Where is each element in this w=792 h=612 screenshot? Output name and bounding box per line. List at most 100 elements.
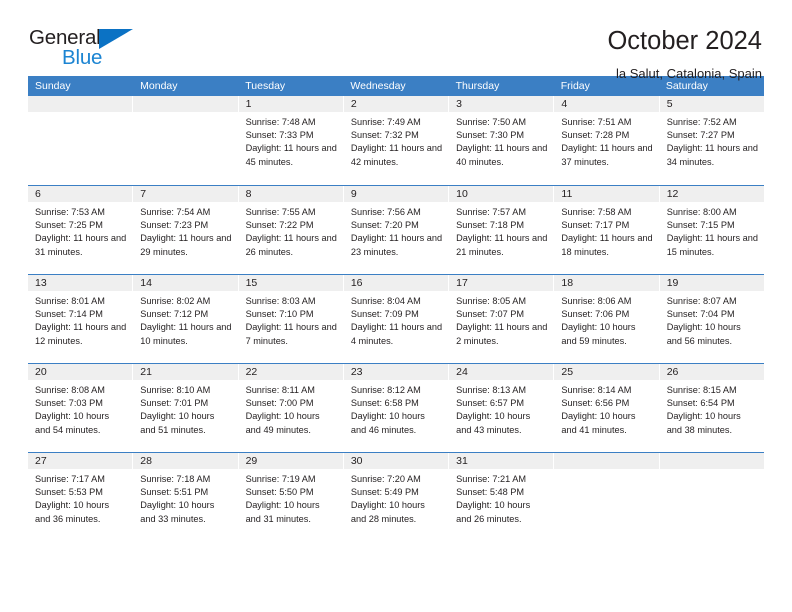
calendar-day-cell[interactable]: 20 Sunrise: 8:08 AM Sunset: 7:03 PM Dayligh… xyxy=(28,364,134,452)
calendar-week-row: 6 Sunrise: 7:53 AM Sunset: 7:25 PM Daylight… xyxy=(28,185,764,274)
sunrise-text: Sunrise: 7:51 AM xyxy=(561,117,632,127)
calendar-day-cell[interactable]: 28 Sunrise: 7:18 AM Sunset: 5:51 PM Dayligh… xyxy=(133,453,239,541)
calendar-day-details: Sunrise: 7:18 AM Sunset: 5:51 PM Daylight:… xyxy=(133,469,237,526)
calendar-week-row: 27 Sunrise: 7:17 AM Sunset: 5:53 PM Dayligh… xyxy=(28,452,764,541)
calendar-day-cell[interactable]: 5 Sunrise: 7:52 AM Sunset: 7:27 PM Daylight… xyxy=(659,96,764,185)
calendar-day-cell[interactable]: 29 Sunrise: 7:19 AM Sunset: 5:50 PM Dayligh… xyxy=(238,453,344,541)
calendar-day-number: 2 xyxy=(343,96,449,112)
calendar-week-row: 13 Sunrise: 8:01 AM Sunset: 7:14 PM Dayligh… xyxy=(28,274,764,363)
weekday-header-monday: Monday xyxy=(140,80,178,92)
calendar-day-details: Sunrise: 7:52 AM Sunset: 7:27 PM Daylight:… xyxy=(660,112,764,169)
sunset-text: Sunset: 6:57 PM xyxy=(456,398,525,409)
calendar-day-details: Sunrise: 7:54 AM Sunset: 7:23 PM Daylight:… xyxy=(133,202,237,259)
calendar-day-details: Sunrise: 7:51 AM Sunset: 7:28 PM Daylight:… xyxy=(554,112,658,169)
daylight-text: Daylight: 10 hours and 51 minutes. xyxy=(140,411,215,435)
calendar-day-number: 24 xyxy=(449,364,554,380)
calendar-day-details: Sunrise: 8:01 AM Sunset: 7:14 PM Daylight:… xyxy=(28,291,132,348)
sunset-text: Sunset: 7:10 PM xyxy=(245,309,314,320)
calendar-day-cell[interactable]: 8 Sunrise: 7:55 AM Sunset: 7:22 PM Daylight… xyxy=(238,186,344,274)
sunset-text: Sunset: 5:49 PM xyxy=(350,487,419,498)
daylight-text: Daylight: 11 hours and 2 minutes. xyxy=(456,322,548,346)
calendar-day-number xyxy=(554,453,659,469)
calendar-day-cell[interactable]: 31 Sunrise: 7:21 AM Sunset: 5:48 PM Dayligh… xyxy=(449,453,555,541)
calendar-day-cell-empty xyxy=(28,96,134,185)
calendar-day-cell[interactable]: 15 Sunrise: 8:03 AM Sunset: 7:10 PM Dayligh… xyxy=(238,275,344,363)
calendar-day-cell-empty xyxy=(554,453,660,541)
sunrise-text: Sunrise: 7:49 AM xyxy=(350,117,421,127)
calendar-day-cell[interactable]: 10 Sunrise: 7:57 AM Sunset: 7:18 PM Dayligh… xyxy=(449,186,555,274)
sunset-text: Sunset: 7:12 PM xyxy=(140,309,209,320)
calendar-day-details: Sunrise: 8:10 AM Sunset: 7:01 PM Daylight:… xyxy=(133,380,237,437)
calendar-day-number: 23 xyxy=(343,364,449,380)
daylight-text: Daylight: 11 hours and 34 minutes. xyxy=(666,143,758,167)
daylight-text: Daylight: 10 hours and 26 minutes. xyxy=(456,500,531,524)
calendar-day-number: 25 xyxy=(554,364,659,380)
calendar-day-details: Sunrise: 7:56 AM Sunset: 7:20 PM Daylight:… xyxy=(344,202,448,259)
daylight-text: Daylight: 11 hours and 26 minutes. xyxy=(245,233,337,257)
daylight-text: Daylight: 11 hours and 37 minutes. xyxy=(561,143,653,167)
title-block: October 2024 la Salut, Catalonia, Spain xyxy=(607,26,764,82)
page-title: October 2024 xyxy=(607,27,762,55)
calendar-day-cell[interactable]: 2 Sunrise: 7:49 AM Sunset: 7:32 PM Daylight… xyxy=(343,96,450,185)
weekday-header-wednesday: Wednesday xyxy=(350,80,406,92)
daylight-text: Daylight: 10 hours and 38 minutes. xyxy=(666,411,741,435)
sunrise-text: Sunrise: 7:50 AM xyxy=(456,117,527,127)
calendar-day-cell[interactable]: 14 Sunrise: 8:02 AM Sunset: 7:12 PM Dayligh… xyxy=(133,275,239,363)
calendar-day-cell-empty xyxy=(133,96,239,185)
sunrise-text: Sunrise: 7:56 AM xyxy=(350,207,421,217)
sunrise-text: Sunrise: 8:03 AM xyxy=(245,296,316,306)
sunrise-text: Sunrise: 7:55 AM xyxy=(245,207,316,217)
calendar-day-cell[interactable]: 22 Sunrise: 8:11 AM Sunset: 7:00 PM Dayligh… xyxy=(238,364,344,452)
calendar-day-cell[interactable]: 12 Sunrise: 8:00 AM Sunset: 7:15 PM Dayligh… xyxy=(659,186,764,274)
daylight-text: Daylight: 11 hours and 15 minutes. xyxy=(666,233,758,257)
calendar-day-number: 6 xyxy=(28,186,133,202)
calendar-day-details: Sunrise: 7:57 AM Sunset: 7:18 PM Daylight:… xyxy=(449,202,553,259)
calendar-day-cell[interactable]: 13 Sunrise: 8:01 AM Sunset: 7:14 PM Dayligh… xyxy=(28,275,134,363)
calendar-day-details: Sunrise: 8:12 AM Sunset: 6:58 PM Daylight:… xyxy=(344,380,448,437)
calendar-week-row: 1 Sunrise: 7:48 AM Sunset: 7:33 PM Daylight… xyxy=(28,96,764,185)
sunrise-text: Sunrise: 8:14 AM xyxy=(561,385,632,395)
calendar-day-cell[interactable]: 9 Sunrise: 7:56 AM Sunset: 7:20 PM Daylight… xyxy=(343,186,450,274)
calendar-day-cell[interactable]: 23 Sunrise: 8:12 AM Sunset: 6:58 PM Dayligh… xyxy=(343,364,450,452)
calendar-day-details: Sunrise: 8:00 AM Sunset: 7:15 PM Daylight:… xyxy=(660,202,764,259)
calendar-day-cell[interactable]: 3 Sunrise: 7:50 AM Sunset: 7:30 PM Daylight… xyxy=(449,96,555,185)
sunrise-text: Sunrise: 8:11 AM xyxy=(245,385,315,395)
calendar-day-cell[interactable]: 1 Sunrise: 7:48 AM Sunset: 7:33 PM Daylight… xyxy=(238,96,344,185)
calendar-day-number: 14 xyxy=(133,275,238,291)
sunrise-text: Sunrise: 8:04 AM xyxy=(350,296,421,306)
sunrise-text: Sunrise: 8:00 AM xyxy=(666,207,737,217)
sunset-text: Sunset: 5:51 PM xyxy=(140,487,209,498)
calendar-day-details: Sunrise: 7:55 AM Sunset: 7:22 PM Daylight:… xyxy=(239,202,343,259)
daylight-text: Daylight: 11 hours and 4 minutes. xyxy=(350,322,443,346)
calendar-day-cell[interactable]: 26 Sunrise: 8:15 AM Sunset: 6:54 PM Dayligh… xyxy=(659,364,764,452)
calendar-day-cell[interactable]: 16 Sunrise: 8:04 AM Sunset: 7:09 PM Dayligh… xyxy=(343,275,450,363)
sunrise-text: Sunrise: 8:01 AM xyxy=(35,296,105,306)
calendar-day-details: Sunrise: 7:50 AM Sunset: 7:30 PM Daylight:… xyxy=(449,112,553,169)
calendar-day-cell[interactable]: 19 Sunrise: 8:07 AM Sunset: 7:04 PM Dayligh… xyxy=(659,275,764,363)
calendar-day-details: Sunrise: 8:08 AM Sunset: 7:03 PM Daylight:… xyxy=(28,380,132,437)
calendar-day-cell[interactable]: 4 Sunrise: 7:51 AM Sunset: 7:28 PM Daylight… xyxy=(554,96,660,185)
daylight-text: Daylight: 11 hours and 29 minutes. xyxy=(140,233,232,257)
calendar-day-cell[interactable]: 21 Sunrise: 8:10 AM Sunset: 7:01 PM Dayligh… xyxy=(133,364,239,452)
calendar-day-details: Sunrise: 8:14 AM Sunset: 6:56 PM Daylight:… xyxy=(554,380,658,437)
sunrise-text: Sunrise: 7:52 AM xyxy=(666,117,737,127)
calendar-day-cell[interactable]: 24 Sunrise: 8:13 AM Sunset: 6:57 PM Dayligh… xyxy=(449,364,555,452)
calendar-day-details: Sunrise: 7:58 AM Sunset: 7:17 PM Daylight:… xyxy=(554,202,658,259)
generalblue-logo[interactable]: General Blue xyxy=(28,26,146,72)
calendar-day-cell[interactable]: 27 Sunrise: 7:17 AM Sunset: 5:53 PM Dayligh… xyxy=(28,453,134,541)
calendar-weeks: 1 Sunrise: 7:48 AM Sunset: 7:33 PM Daylight… xyxy=(28,96,764,541)
calendar-day-cell[interactable]: 25 Sunrise: 8:14 AM Sunset: 6:56 PM Dayligh… xyxy=(554,364,660,452)
sunrise-text: Sunrise: 7:20 AM xyxy=(350,474,421,484)
calendar-day-cell[interactable]: 11 Sunrise: 7:58 AM Sunset: 7:17 PM Dayligh… xyxy=(554,186,660,274)
calendar-day-cell[interactable]: 17 Sunrise: 8:05 AM Sunset: 7:07 PM Dayligh… xyxy=(449,275,555,363)
daylight-text: Daylight: 10 hours and 36 minutes. xyxy=(35,500,110,524)
calendar-day-cell[interactable]: 6 Sunrise: 7:53 AM Sunset: 7:25 PM Daylight… xyxy=(28,186,134,274)
calendar-day-cell[interactable]: 30 Sunrise: 7:20 AM Sunset: 5:49 PM Dayligh… xyxy=(343,453,450,541)
sunset-text: Sunset: 7:01 PM xyxy=(140,398,209,409)
calendar-day-cell[interactable]: 18 Sunrise: 8:06 AM Sunset: 7:06 PM Dayligh… xyxy=(554,275,660,363)
calendar-day-cell[interactable]: 7 Sunrise: 7:54 AM Sunset: 7:23 PM Daylight… xyxy=(133,186,239,274)
daylight-text: Daylight: 11 hours and 7 minutes. xyxy=(245,322,337,346)
daylight-text: Daylight: 11 hours and 45 minutes. xyxy=(245,143,337,167)
calendar-day-number: 17 xyxy=(449,275,554,291)
sunrise-text: Sunrise: 8:07 AM xyxy=(666,296,737,306)
